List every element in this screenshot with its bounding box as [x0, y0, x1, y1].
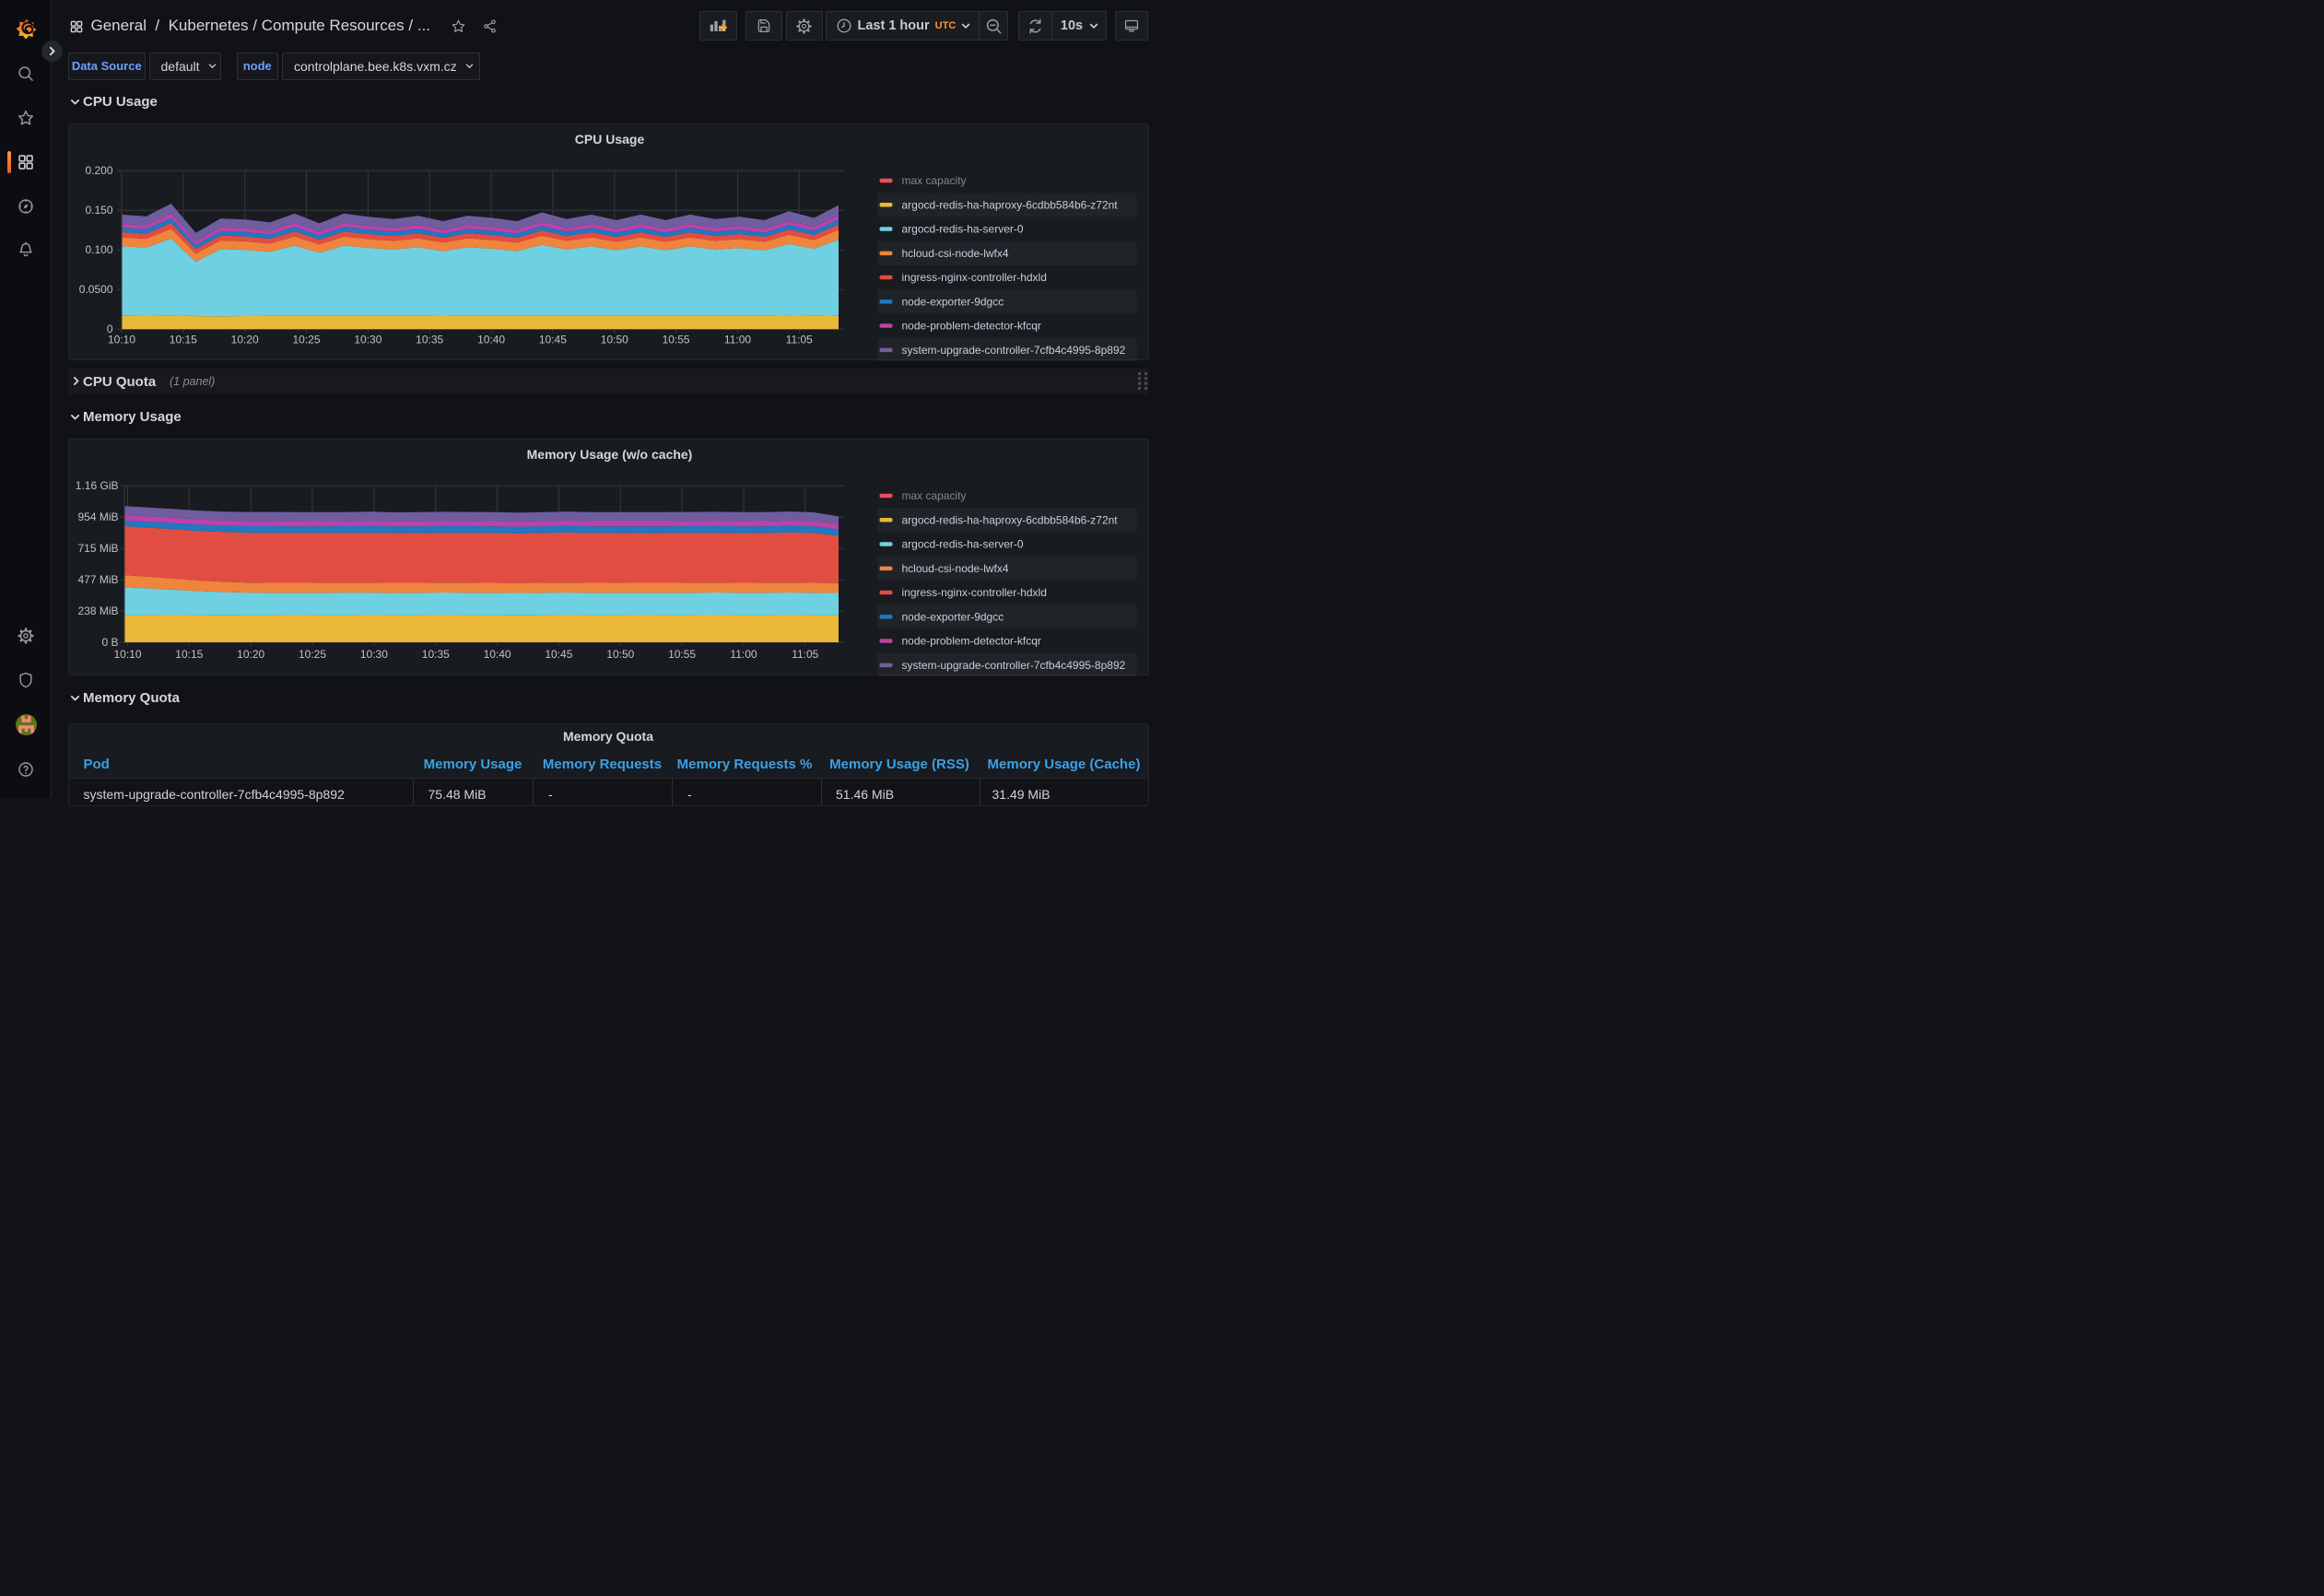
svg-text:10:40: 10:40: [477, 334, 505, 346]
svg-text:238 MiB: 238 MiB: [77, 604, 118, 617]
svg-text:ingress-nginx-controller-hdxld: ingress-nginx-controller-hdxld: [901, 271, 1046, 284]
svg-text:hcloud-csi-node-lwfx4: hcloud-csi-node-lwfx4: [901, 562, 1008, 575]
svg-text:hcloud-csi-node-lwfx4: hcloud-csi-node-lwfx4: [901, 247, 1008, 260]
svg-text:0 B: 0 B: [101, 636, 118, 649]
svg-text:10:15: 10:15: [175, 648, 203, 661]
svg-text:argocd-redis-ha-server-0: argocd-redis-ha-server-0: [901, 223, 1023, 236]
svg-text:11:05: 11:05: [785, 334, 812, 346]
svg-text:10:50: 10:50: [600, 334, 628, 346]
svg-text:10:20: 10:20: [230, 334, 258, 346]
svg-text:10:25: 10:25: [298, 648, 325, 661]
svg-text:10:15: 10:15: [169, 334, 196, 346]
svg-text:10:45: 10:45: [538, 334, 566, 346]
svg-text:10:20: 10:20: [237, 648, 264, 661]
svg-text:11:00: 11:00: [723, 334, 750, 346]
svg-text:10:30: 10:30: [354, 334, 381, 346]
svg-text:argocd-redis-ha-haproxy-6cdbb5: argocd-redis-ha-haproxy-6cdbb584b6-z72nt: [901, 514, 1118, 527]
svg-text:CPU Usage: CPU Usage: [574, 132, 644, 147]
svg-text:0.100: 0.100: [85, 243, 112, 256]
svg-text:10:40: 10:40: [483, 648, 511, 661]
svg-text:10:55: 10:55: [668, 648, 696, 661]
svg-text:node-problem-detector-kfcqr: node-problem-detector-kfcqr: [901, 320, 1040, 333]
svg-text:max capacity: max capacity: [901, 489, 966, 502]
svg-text:1.16 GiB: 1.16 GiB: [75, 479, 118, 492]
svg-text:11:00: 11:00: [730, 648, 757, 661]
svg-text:0.200: 0.200: [85, 164, 112, 177]
svg-text:11:05: 11:05: [792, 648, 818, 661]
svg-text:10:35: 10:35: [421, 648, 449, 661]
svg-text:node-problem-detector-kfcqr: node-problem-detector-kfcqr: [901, 635, 1040, 648]
svg-text:0.150: 0.150: [85, 204, 112, 217]
svg-text:10:50: 10:50: [606, 648, 634, 661]
svg-text:477 MiB: 477 MiB: [77, 573, 118, 586]
svg-text:argocd-redis-ha-server-0: argocd-redis-ha-server-0: [901, 538, 1023, 551]
svg-text:system-upgrade-controller-7cfb: system-upgrade-controller-7cfb4c4995-8p8…: [901, 344, 1125, 357]
svg-text:10:10: 10:10: [107, 334, 135, 346]
svg-text:10:55: 10:55: [662, 334, 689, 346]
svg-text:954 MiB: 954 MiB: [77, 510, 118, 523]
svg-text:Memory Usage (w/o cache): Memory Usage (w/o cache): [526, 447, 692, 462]
svg-text:10:35: 10:35: [416, 334, 443, 346]
svg-text:system-upgrade-controller-7cfb: system-upgrade-controller-7cfb4c4995-8p8…: [901, 659, 1125, 672]
svg-text:715 MiB: 715 MiB: [77, 542, 118, 555]
svg-text:10:45: 10:45: [545, 648, 572, 661]
svg-text:10:10: 10:10: [113, 648, 141, 661]
svg-text:10:30: 10:30: [359, 648, 387, 661]
svg-text:node-exporter-9dgcc: node-exporter-9dgcc: [901, 610, 1004, 623]
svg-text:node-exporter-9dgcc: node-exporter-9dgcc: [901, 295, 1004, 308]
svg-text:argocd-redis-ha-haproxy-6cdbb5: argocd-redis-ha-haproxy-6cdbb584b6-z72nt: [901, 199, 1118, 212]
svg-text:0.0500: 0.0500: [78, 283, 112, 296]
svg-text:10:25: 10:25: [292, 334, 320, 346]
svg-text:ingress-nginx-controller-hdxld: ingress-nginx-controller-hdxld: [901, 586, 1046, 599]
svg-text:max capacity: max capacity: [901, 174, 966, 187]
